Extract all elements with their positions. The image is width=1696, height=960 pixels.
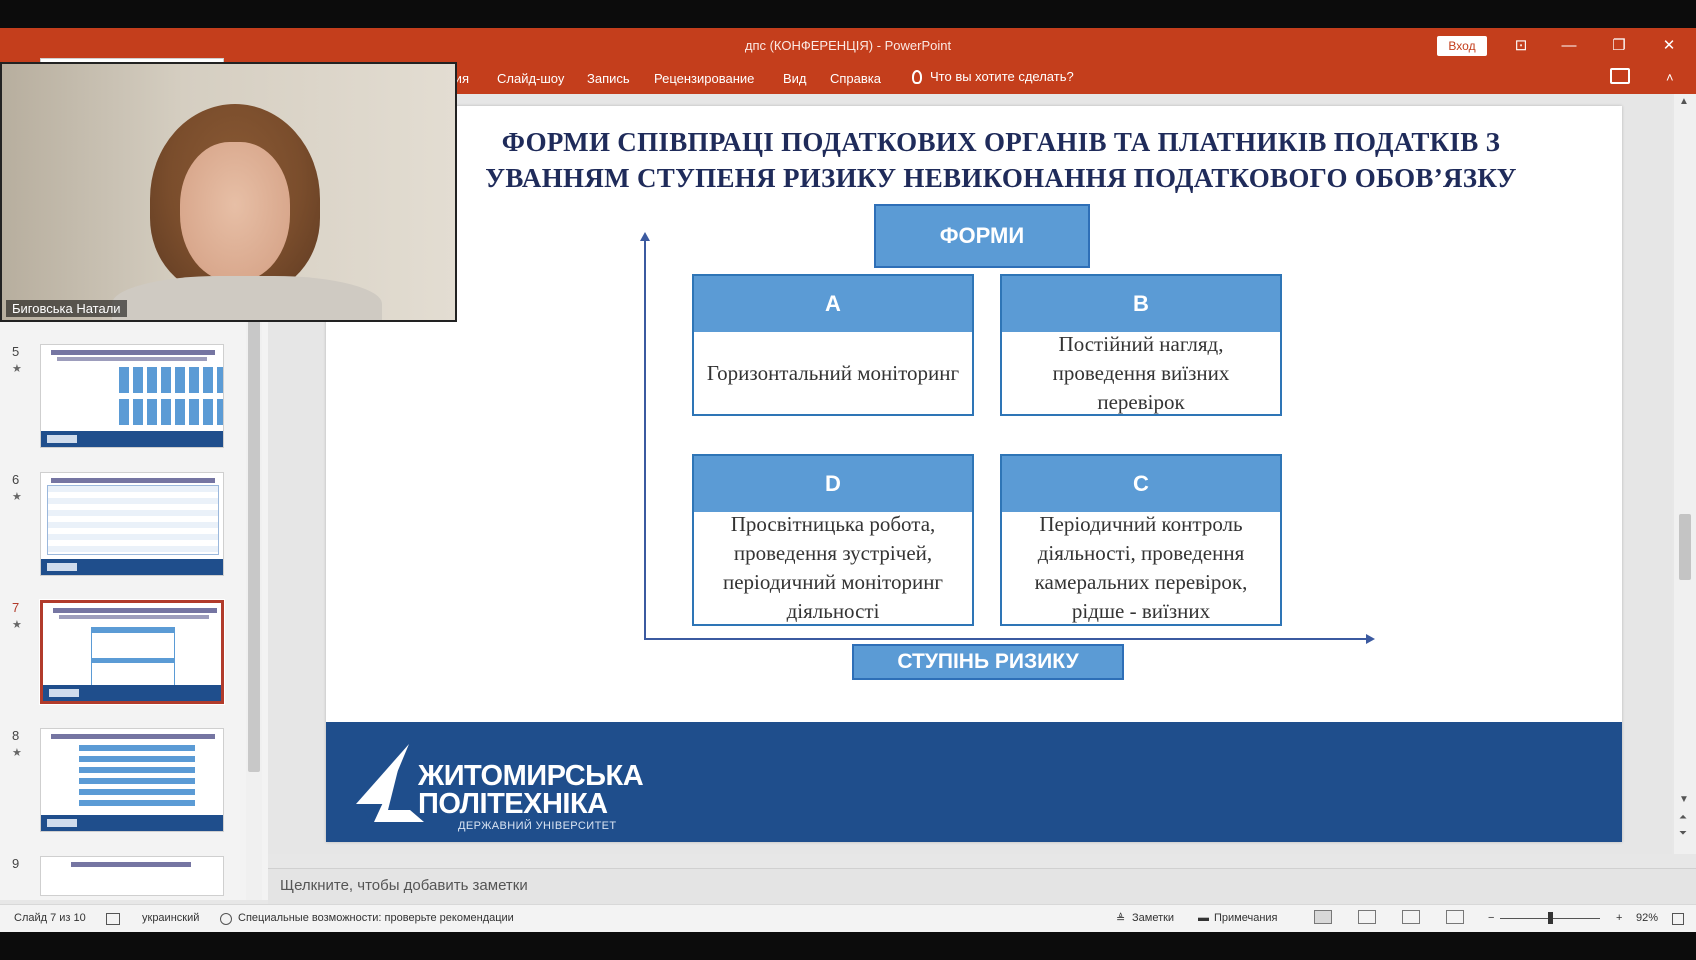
slide-thumbnail[interactable] — [40, 472, 224, 576]
slide-footer-band: ЖИТОМИРСЬКА ПОЛІТЕХНІКА ДЕРЖАВНИЙ УНІВЕР… — [326, 722, 1622, 842]
title-bar: дпс (КОНФЕРЕНЦІЯ) - PowerPoint Вход ⊡ — … — [0, 28, 1696, 64]
slide-editor: ФОРМИ СПІВПРАЦІ ПОДАТКОВИХ ОРГАНІВ ТА ПЛ… — [268, 94, 1672, 854]
next-slide-icon[interactable]: ⏷ — [1679, 828, 1687, 839]
zoom-slider-handle[interactable] — [1548, 912, 1553, 924]
slide-sorter-icon[interactable] — [1358, 910, 1376, 924]
tell-me-label: Что вы хотите сделать? — [930, 69, 1074, 84]
quadrant-a-letter: A — [694, 276, 972, 332]
slide-number: 7 — [12, 600, 20, 615]
ribbon-display-options-icon[interactable]: ⊡ — [1506, 34, 1536, 58]
tab-record[interactable]: Запись — [587, 71, 630, 86]
sign-in-button[interactable]: Вход — [1437, 36, 1487, 56]
slide-title-line-1: ФОРМИ СПІВПРАЦІ ПОДАТКОВИХ ОРГАНІВ ТА ПЛ… — [501, 127, 1501, 157]
quadrant-a[interactable]: A Горизонтальний моніторинг — [692, 274, 974, 416]
restore-icon[interactable]: ❐ — [1604, 34, 1634, 58]
quadrant-b-letter: B — [1002, 276, 1280, 332]
slide-thumbnail[interactable] — [40, 856, 224, 896]
forms-header-box[interactable]: ФОРМИ — [874, 204, 1090, 268]
notes-toggle-icon: ≜ — [1116, 913, 1126, 925]
slide-title-line-2: УВАННЯМ СТУПЕНЯ РИЗИКУ НЕВИКОНАННЯ ПОДАТ… — [485, 163, 1517, 193]
animation-star-icon: ★ — [12, 619, 22, 631]
current-slide[interactable]: ФОРМИ СПІВПРАЦІ ПОДАТКОВИХ ОРГАНІВ ТА ПЛ… — [326, 106, 1622, 842]
tab-help[interactable]: Справка — [830, 71, 881, 86]
slide-number: 9 — [12, 856, 20, 871]
slide-thumbnail[interactable] — [40, 728, 224, 832]
notes-placeholder: Щелкните, чтобы добавить заметки — [280, 877, 528, 894]
slide-thumbnail[interactable] — [40, 344, 224, 448]
editor-scroll-thumb[interactable] — [1679, 514, 1691, 580]
zoom-level[interactable]: 92% — [1636, 912, 1658, 924]
slide-number: 5 — [12, 344, 20, 359]
comments-icon[interactable] — [1610, 68, 1630, 84]
quadrant-d-letter: D — [694, 456, 972, 512]
accessibility-icon — [220, 913, 232, 925]
comments-toggle-icon: ▬ — [1198, 912, 1209, 924]
close-icon[interactable]: ✕ — [1654, 34, 1684, 58]
x-axis-line — [644, 638, 1368, 640]
lightbulb-icon — [912, 69, 922, 84]
notes-pane[interactable]: Щелкните, чтобы добавить заметки — [268, 868, 1696, 904]
normal-view-icon[interactable] — [1314, 910, 1332, 924]
scroll-down-icon[interactable]: ▼ — [1679, 794, 1689, 805]
animation-star-icon: ★ — [12, 491, 22, 503]
tab-view[interactable]: Вид — [783, 71, 807, 86]
slide-number: 6 — [12, 472, 20, 487]
quadrant-d-text: Просвітницька робота, проведення зустріч… — [722, 512, 944, 623]
comments-toggle-button[interactable]: Примечания — [1214, 912, 1278, 924]
risk-level-label[interactable]: СТУПІНЬ РИЗИКУ — [852, 644, 1124, 680]
quadrant-b-text: Постійний нагляд, проведення виїзних пер… — [1052, 331, 1230, 414]
webcam-video: Биговська Натали — [0, 62, 457, 322]
scroll-up-icon[interactable]: ▲ — [1679, 96, 1689, 107]
reading-view-icon[interactable] — [1402, 910, 1420, 924]
quadrant-a-text: Горизонтальний моніторинг — [706, 360, 960, 385]
powerpoint-window: дпс (КОНФЕРЕНЦІЯ) - PowerPoint Вход ⊡ — … — [0, 28, 1696, 932]
editor-scrollbar[interactable]: ▲ ▼ ⏶ ⏷ — [1674, 94, 1696, 854]
quadrant-b[interactable]: B Постійний нагляд, проведення виїзних п… — [1000, 274, 1282, 416]
animation-star-icon: ★ — [12, 363, 22, 375]
slide-thumbnail-active[interactable] — [39, 599, 225, 705]
zoom-out-icon[interactable]: − — [1488, 912, 1494, 924]
status-bar: Слайд 7 из 10 украинский Специальные воз… — [0, 904, 1696, 932]
y-axis-line — [644, 238, 646, 640]
quadrant-c-letter: C — [1002, 456, 1280, 512]
previous-slide-icon[interactable]: ⏶ — [1679, 812, 1687, 823]
slide-number: 8 — [12, 728, 20, 743]
quadrant-c-text: Періодичний контроль діяльності, проведе… — [1034, 512, 1248, 623]
accessibility-status[interactable]: Специальные возможности: проверьте реком… — [238, 912, 514, 924]
logo-line-2: ПОЛІТЕХНІКА — [418, 788, 608, 820]
minimize-icon[interactable]: — — [1554, 34, 1584, 58]
language-indicator[interactable]: украинский — [142, 912, 199, 924]
tab-review[interactable]: Рецензирование — [654, 71, 754, 86]
slide-title[interactable]: ФОРМИ СПІВПРАЦІ ПОДАТКОВИХ ОРГАНІВ ТА ПЛ… — [386, 124, 1616, 196]
tell-me-search[interactable]: Что вы хотите сделать? — [912, 69, 1074, 84]
tab-slideshow[interactable]: Слайд-шоу — [497, 71, 564, 86]
participant-name-label: Биговська Натали — [6, 300, 127, 317]
slideshow-view-icon[interactable] — [1446, 910, 1464, 924]
spelling-check-icon[interactable] — [106, 913, 120, 925]
collapse-ribbon-icon[interactable]: ˄ — [1666, 70, 1674, 85]
slide-counter: Слайд 7 из 10 — [14, 912, 86, 924]
university-logo: ЖИТОМИРСЬКА ПОЛІТЕХНІКА ДЕРЖАВНИЙ УНІВЕР… — [354, 740, 654, 832]
animation-star-icon: ★ — [12, 747, 22, 759]
logo-sail-icon — [356, 744, 424, 822]
fit-to-window-icon[interactable] — [1672, 913, 1684, 925]
quadrant-d[interactable]: D Просвітницька робота, проведення зустр… — [692, 454, 974, 626]
notes-toggle-button[interactable]: Заметки — [1132, 912, 1174, 924]
zoom-in-icon[interactable]: + — [1616, 912, 1622, 924]
quadrant-c[interactable]: C Періодичний контроль діяльності, прове… — [1000, 454, 1282, 626]
logo-line-3: ДЕРЖАВНИЙ УНІВЕРСИТЕТ — [458, 820, 617, 832]
x-axis-arrowhead — [1366, 634, 1375, 644]
